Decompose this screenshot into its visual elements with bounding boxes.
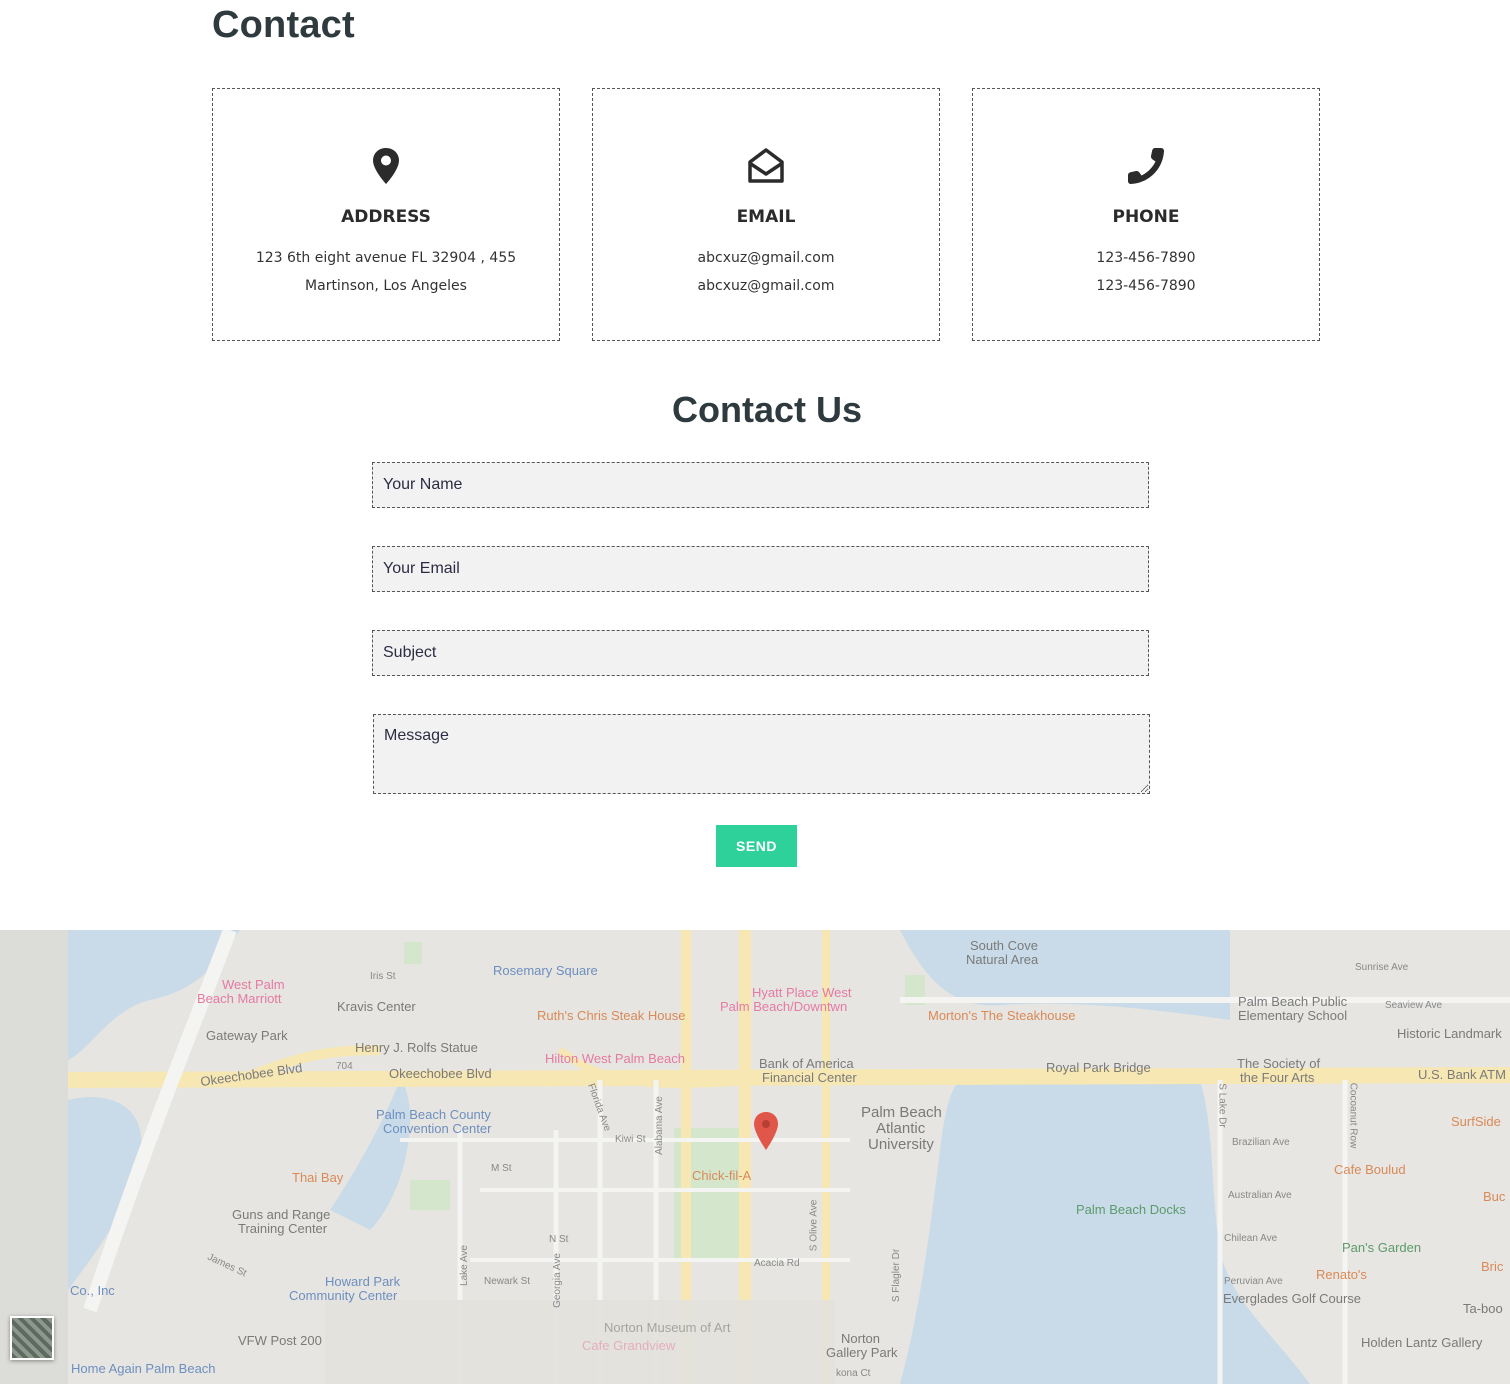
map-label: University xyxy=(868,1136,934,1153)
map-label: Brazilian Ave xyxy=(1232,1137,1290,1148)
map-label: Holden Lantz Gallery xyxy=(1361,1335,1483,1350)
map-label: Beach Marriott xyxy=(197,991,282,1006)
map-label: the Four Arts xyxy=(1240,1070,1315,1085)
map-label: Home Again Palm Beach xyxy=(71,1361,216,1376)
map-label: Gallery Park xyxy=(826,1345,898,1360)
map-label: Chick-fil-A xyxy=(692,1168,752,1183)
map-label: Community Center xyxy=(289,1288,398,1303)
map-label: Natural Area xyxy=(966,952,1039,967)
address-line-1: 123 6th eight avenue FL 32904 , 455 xyxy=(255,250,517,266)
map-label: Howard Park xyxy=(325,1274,401,1289)
map-label: N St xyxy=(549,1234,569,1245)
map-label: S Flagler Dr xyxy=(891,1248,903,1303)
map-label: Kiwi St xyxy=(615,1134,646,1145)
map-label: The Society of xyxy=(1237,1056,1321,1071)
map-label: Newark St xyxy=(484,1276,531,1287)
map-label: SurfSide xyxy=(1451,1114,1501,1129)
phone-card: PHONE 123-456-7890 123-456-7890 xyxy=(972,88,1320,341)
map-label: Training Center xyxy=(238,1221,328,1236)
map-label: Pan's Garden xyxy=(1342,1240,1422,1255)
satellite-toggle[interactable] xyxy=(10,1316,54,1360)
page-title: Contact xyxy=(212,4,355,46)
map-label: Convention Center xyxy=(383,1121,492,1136)
map-label: Norton Museum of Art xyxy=(604,1320,731,1335)
map-label: Cafe Grandview xyxy=(582,1338,676,1353)
map-label: Norton xyxy=(841,1331,881,1346)
open-envelope-icon xyxy=(593,147,939,187)
map-label: Gateway Park xyxy=(206,1028,288,1043)
map-label: Lake Ave xyxy=(458,1245,470,1286)
map-label: Palm Beach Public xyxy=(1238,994,1348,1009)
map-label: Peruvian Ave xyxy=(1224,1276,1283,1287)
map-label: Co., Inc xyxy=(70,1283,115,1298)
map-label: Rosemary Square xyxy=(493,963,598,978)
map-pin-icon xyxy=(213,147,559,187)
map-label: Royal Park Bridge xyxy=(1046,1060,1151,1075)
map-label: Iris St xyxy=(370,971,396,982)
address-card: ADDRESS 123 6th eight avenue FL 32904 , … xyxy=(212,88,560,341)
map-label: West Palm xyxy=(222,977,285,992)
message-textarea[interactable] xyxy=(373,714,1150,794)
name-input[interactable] xyxy=(372,462,1149,508)
map-label: Atlantic xyxy=(876,1120,926,1137)
email-label: EMAIL xyxy=(736,207,796,227)
email-line-1: abcxuz@gmail.com xyxy=(697,250,835,266)
address-label: ADDRESS xyxy=(341,207,431,227)
map-label: Ruth's Chris Steak House xyxy=(537,1008,686,1023)
map[interactable]: South Cove Natural Area Rosemary Square … xyxy=(0,930,1510,1384)
map-label: Everglades Golf Course xyxy=(1223,1291,1362,1306)
map-label: Chilean Ave xyxy=(1224,1233,1278,1244)
map-label: kona Ct xyxy=(836,1368,871,1379)
map-label: Palm Beach Docks xyxy=(1076,1202,1186,1217)
send-button[interactable]: SEND xyxy=(716,825,797,867)
map-label: Sunrise Ave xyxy=(1355,962,1409,973)
map-label: Henry J. Rolfs Statue xyxy=(355,1040,478,1055)
map-label: Hyatt Place West xyxy=(752,985,852,1000)
map-label: Acacia Rd xyxy=(754,1258,800,1269)
map-label: VFW Post 200 xyxy=(238,1333,322,1348)
map-label: Hilton West Palm Beach xyxy=(545,1051,685,1066)
map-label: Elementary School xyxy=(1238,1008,1348,1023)
email-line-2: abcxuz@gmail.com xyxy=(697,278,835,294)
contact-us-title: Contact Us xyxy=(671,389,863,430)
phone-icon xyxy=(973,147,1319,187)
phone-line-2: 123-456-7890 xyxy=(1096,278,1196,294)
map-label: Guns and Range xyxy=(232,1207,331,1222)
map-label: Renato's xyxy=(1316,1267,1367,1282)
map-label: Palm Beach/Downtwn xyxy=(720,999,848,1014)
map-label: Georgia Ave xyxy=(551,1253,563,1308)
map-label: Ta-boo xyxy=(1463,1301,1503,1316)
phone-line-1: 123-456-7890 xyxy=(1096,250,1196,266)
map-label: S Olive Ave xyxy=(808,1199,820,1252)
map-label: Financial Center xyxy=(762,1070,857,1085)
map-label: Seaview Ave xyxy=(1385,1000,1443,1011)
map-label: Thai Bay xyxy=(292,1170,344,1185)
phone-label: PHONE xyxy=(1112,207,1180,227)
map-label: Morton's The Steakhouse xyxy=(928,1008,1076,1023)
map-label: Cafe Boulud xyxy=(1334,1162,1406,1177)
map-label: Kravis Center xyxy=(337,999,416,1014)
map-label: Cocoanut Row xyxy=(1347,1082,1359,1149)
map-label: M St xyxy=(491,1163,512,1174)
subject-input[interactable] xyxy=(372,630,1149,676)
address-line-2: Martinson, Los Angeles xyxy=(305,278,467,294)
map-label: S Lake Dr xyxy=(1216,1083,1228,1128)
map-label: Alabama Ave xyxy=(653,1096,665,1155)
map-label: Palm Beach County xyxy=(376,1107,491,1122)
email-input[interactable] xyxy=(372,546,1149,592)
email-card: EMAIL abcxuz@gmail.com abcxuz@gmail.com xyxy=(592,88,940,341)
map-label: South Cove xyxy=(970,938,1038,953)
map-label: 704 xyxy=(336,1061,353,1072)
map-label: Okeechobee Blvd xyxy=(389,1066,492,1081)
map-label: Australian Ave xyxy=(1228,1190,1292,1201)
map-label: Bric xyxy=(1481,1259,1504,1274)
map-label: Palm Beach xyxy=(861,1104,942,1121)
map-label: U.S. Bank ATM xyxy=(1418,1067,1506,1082)
map-label: Buc xyxy=(1483,1189,1506,1204)
map-label: Bank of America xyxy=(759,1056,854,1071)
map-label: Historic Landmark xyxy=(1397,1026,1502,1041)
